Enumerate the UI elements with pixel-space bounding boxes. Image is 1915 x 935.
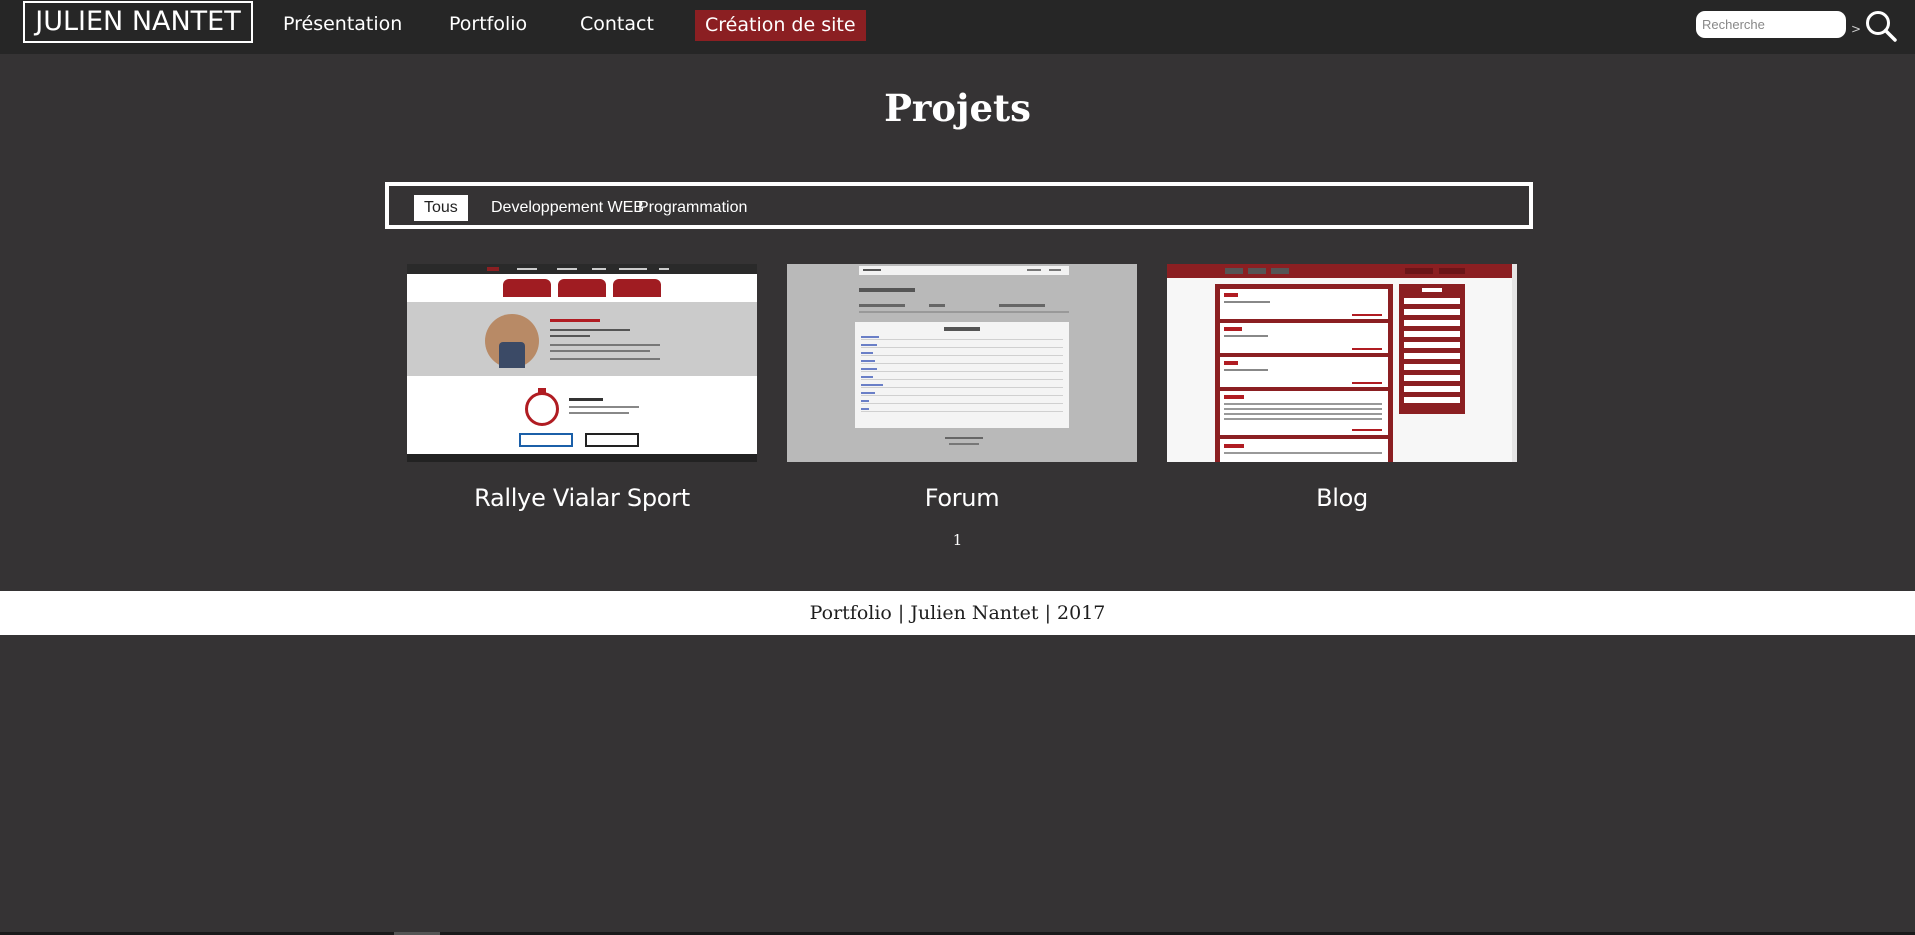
project-thumbnail-forum[interactable] xyxy=(787,264,1137,462)
pagination-page-1[interactable]: 1 xyxy=(0,531,1915,549)
project-card-rallye[interactable]: Rallye Vialar Sport xyxy=(407,264,757,512)
nav-item-presentation[interactable]: Présentation xyxy=(283,8,402,40)
search-button[interactable] xyxy=(1863,8,1899,44)
search-input[interactable] xyxy=(1696,11,1846,38)
project-card-forum[interactable]: Forum xyxy=(787,264,1137,512)
search-icon xyxy=(1866,11,1897,42)
project-thumbnail-blog[interactable] xyxy=(1167,264,1517,462)
project-card-blog[interactable]: Blog xyxy=(1167,264,1517,512)
project-title-rallye[interactable]: Rallye Vialar Sport xyxy=(407,484,757,512)
nav-item-contact[interactable]: Contact xyxy=(580,8,654,40)
nav-item-creation-de-site[interactable]: Création de site xyxy=(695,10,866,41)
top-navigation-bar: JULIEN NANTET Présentation Portfolio Con… xyxy=(0,0,1915,54)
footer-text: Portfolio | Julien Nantet | 2017 xyxy=(809,602,1106,624)
filter-tab-programmation[interactable]: Programmation xyxy=(628,195,757,221)
project-filter-bar: Tous Developpement WEB Programmation xyxy=(385,182,1533,229)
site-logo[interactable]: JULIEN NANTET xyxy=(23,1,253,43)
nav-item-portfolio[interactable]: Portfolio xyxy=(449,8,527,40)
footer: Portfolio | Julien Nantet | 2017 xyxy=(0,591,1915,635)
filter-tab-tous[interactable]: Tous xyxy=(414,195,468,221)
project-title-blog[interactable]: Blog xyxy=(1167,484,1517,512)
search-arrow-icon: > xyxy=(1851,22,1862,36)
project-title-forum[interactable]: Forum xyxy=(787,484,1137,512)
page-title: Projets xyxy=(884,86,1031,130)
project-thumbnail-rallye[interactable] xyxy=(407,264,757,462)
